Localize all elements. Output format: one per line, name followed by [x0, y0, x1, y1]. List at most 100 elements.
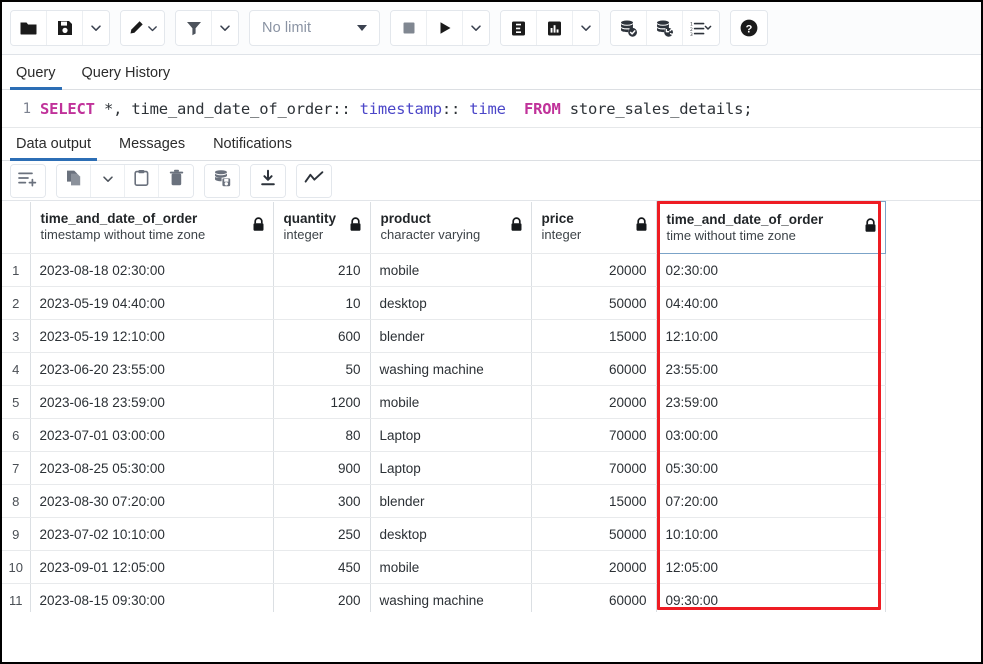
cell-1[interactable]: 1200 — [273, 386, 370, 419]
table-row[interactable]: 82023-08-30 07:20:00300blender1500007:20… — [2, 485, 885, 518]
column-header-3[interactable]: priceinteger — [531, 202, 656, 254]
column-header-4[interactable]: time_and_date_of_ordertime without time … — [656, 202, 885, 254]
cell-4[interactable]: 23:55:00 — [656, 353, 885, 386]
explain-analyze-button[interactable] — [537, 11, 573, 45]
cell-1[interactable]: 10 — [273, 287, 370, 320]
cell-1[interactable]: 80 — [273, 419, 370, 452]
cell-1[interactable]: 210 — [273, 254, 370, 287]
cell-2[interactable]: washing machine — [370, 584, 531, 613]
help-button[interactable]: ? — [731, 11, 767, 45]
delete-row-button[interactable] — [159, 165, 193, 197]
filter-button[interactable] — [176, 11, 212, 45]
cell-4[interactable]: 02:30:00 — [656, 254, 885, 287]
cell-0[interactable]: 2023-05-19 04:40:00 — [30, 287, 273, 320]
table-row[interactable]: 102023-09-01 12:05:00450mobile2000012:05… — [2, 551, 885, 584]
cell-4[interactable]: 03:00:00 — [656, 419, 885, 452]
cell-1[interactable]: 600 — [273, 320, 370, 353]
cell-2[interactable]: washing machine — [370, 353, 531, 386]
table-row[interactable]: 92023-07-02 10:10:00250desktop5000010:10… — [2, 518, 885, 551]
download-csv-button[interactable] — [251, 165, 285, 197]
cell-0[interactable]: 2023-08-25 05:30:00 — [30, 452, 273, 485]
cell-4[interactable]: 12:05:00 — [656, 551, 885, 584]
execute-dropdown[interactable] — [463, 11, 489, 45]
filter-dropdown[interactable] — [212, 11, 238, 45]
paste-button[interactable] — [125, 165, 159, 197]
cell-0[interactable]: 2023-06-18 23:59:00 — [30, 386, 273, 419]
tab-notifications[interactable]: Notifications — [211, 136, 294, 160]
column-header-2[interactable]: productcharacter varying — [370, 202, 531, 254]
cell-3[interactable]: 15000 — [531, 485, 656, 518]
sql-query-text[interactable]: SELECT *, time_and_date_of_order:: times… — [40, 100, 752, 118]
tab-query-history[interactable]: Query History — [80, 65, 173, 89]
stop-query-button[interactable] — [391, 11, 427, 45]
table-row[interactable]: 72023-08-25 05:30:00900Laptop7000005:30:… — [2, 452, 885, 485]
table-row[interactable]: 12023-08-18 02:30:00210mobile2000002:30:… — [2, 254, 885, 287]
explain-button[interactable] — [501, 11, 537, 45]
cell-3[interactable]: 70000 — [531, 452, 656, 485]
cell-4[interactable]: 07:20:00 — [656, 485, 885, 518]
rollback-button[interactable] — [647, 11, 683, 45]
commit-button[interactable] — [611, 11, 647, 45]
cell-0[interactable]: 2023-07-02 10:10:00 — [30, 518, 273, 551]
cell-2[interactable]: desktop — [370, 518, 531, 551]
table-row[interactable]: 62023-07-01 03:00:0080Laptop7000003:00:0… — [2, 419, 885, 452]
open-file-button[interactable] — [11, 11, 47, 45]
save-file-button[interactable] — [47, 11, 83, 45]
table-row[interactable]: 32023-05-19 12:10:00600blender1500012:10… — [2, 320, 885, 353]
cell-0[interactable]: 2023-07-01 03:00:00 — [30, 419, 273, 452]
cell-0[interactable]: 2023-08-15 09:30:00 — [30, 584, 273, 613]
add-row-button[interactable] — [11, 165, 45, 197]
cell-2[interactable]: mobile — [370, 386, 531, 419]
tab-data-output[interactable]: Data output — [14, 136, 93, 160]
cell-4[interactable]: 12:10:00 — [656, 320, 885, 353]
column-header-1[interactable]: quantityinteger — [273, 202, 370, 254]
cell-0[interactable]: 2023-09-01 12:05:00 — [30, 551, 273, 584]
cell-1[interactable]: 450 — [273, 551, 370, 584]
cell-2[interactable]: mobile — [370, 551, 531, 584]
cell-4[interactable]: 10:10:00 — [656, 518, 885, 551]
cell-1[interactable]: 300 — [273, 485, 370, 518]
table-row[interactable]: 52023-06-18 23:59:001200mobile2000023:59… — [2, 386, 885, 419]
table-row[interactable]: 112023-08-15 09:30:00200washing machine6… — [2, 584, 885, 613]
cell-2[interactable]: Laptop — [370, 419, 531, 452]
table-row[interactable]: 42023-06-20 23:55:0050washing machine600… — [2, 353, 885, 386]
cell-1[interactable]: 250 — [273, 518, 370, 551]
cell-2[interactable]: blender — [370, 485, 531, 518]
cell-3[interactable]: 60000 — [531, 584, 656, 613]
cell-0[interactable]: 2023-08-18 02:30:00 — [30, 254, 273, 287]
cell-2[interactable]: desktop — [370, 287, 531, 320]
cell-3[interactable]: 60000 — [531, 353, 656, 386]
graph-visualiser-button[interactable] — [297, 165, 331, 197]
cell-4[interactable]: 23:59:00 — [656, 386, 885, 419]
cell-3[interactable]: 20000 — [531, 551, 656, 584]
save-data-changes-button[interactable] — [205, 165, 239, 197]
sql-editor[interactable]: 1 SELECT *, time_and_date_of_order:: tim… — [2, 90, 981, 128]
cell-0[interactable]: 2023-06-20 23:55:00 — [30, 353, 273, 386]
execute-query-button[interactable] — [427, 11, 463, 45]
tab-query[interactable]: Query — [14, 65, 58, 89]
column-header-0[interactable]: time_and_date_of_ordertimestamp without … — [30, 202, 273, 254]
cell-3[interactable]: 50000 — [531, 287, 656, 320]
macros-button[interactable]: 1 2 3 — [683, 11, 719, 45]
table-row[interactable]: 22023-05-19 04:40:0010desktop5000004:40:… — [2, 287, 885, 320]
cell-3[interactable]: 15000 — [531, 320, 656, 353]
cell-0[interactable]: 2023-08-30 07:20:00 — [30, 485, 273, 518]
edit-button[interactable] — [121, 11, 164, 45]
cell-0[interactable]: 2023-05-19 12:10:00 — [30, 320, 273, 353]
copy-button[interactable] — [57, 165, 91, 197]
cell-2[interactable]: Laptop — [370, 452, 531, 485]
cell-4[interactable]: 04:40:00 — [656, 287, 885, 320]
cell-1[interactable]: 200 — [273, 584, 370, 613]
cell-4[interactable]: 09:30:00 — [656, 584, 885, 613]
data-output-grid[interactable]: time_and_date_of_ordertimestamp without … — [2, 201, 981, 612]
cell-1[interactable]: 900 — [273, 452, 370, 485]
cell-3[interactable]: 70000 — [531, 419, 656, 452]
cell-3[interactable]: 20000 — [531, 254, 656, 287]
copy-dropdown[interactable] — [91, 165, 125, 197]
cell-4[interactable]: 05:30:00 — [656, 452, 885, 485]
cell-1[interactable]: 50 — [273, 353, 370, 386]
tab-messages[interactable]: Messages — [117, 136, 187, 160]
cell-2[interactable]: blender — [370, 320, 531, 353]
cell-3[interactable]: 50000 — [531, 518, 656, 551]
cell-2[interactable]: mobile — [370, 254, 531, 287]
